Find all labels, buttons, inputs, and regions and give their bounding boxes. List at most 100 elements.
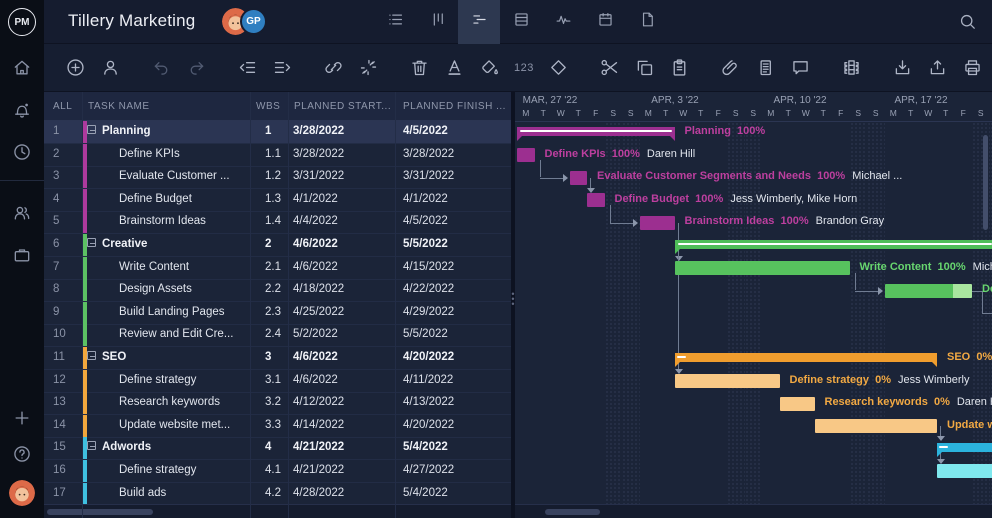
task-name[interactable]: Define KPIs [119,148,180,160]
add-icon[interactable] [12,408,32,428]
indent-icon[interactable] [272,56,293,80]
paste-icon[interactable] [669,56,690,80]
task-name[interactable]: Planning [87,125,151,137]
gantt-task-bar[interactable] [937,464,992,478]
task-name[interactable]: Define Budget [119,193,192,205]
task-name[interactable]: Write Content [119,261,189,273]
cut-icon[interactable] [599,56,620,80]
number-icon[interactable]: 123 [514,56,534,80]
task-name[interactable]: Build ads [119,487,166,499]
task-name[interactable]: Design Assets [119,283,192,295]
fill-color-icon[interactable] [479,56,500,80]
task-name[interactable]: Define strategy [119,374,196,386]
print-icon[interactable] [962,56,983,80]
undo-icon[interactable] [151,56,172,80]
col-header-task[interactable]: TASK NAME [88,101,150,112]
comment-icon[interactable] [790,56,811,80]
notes-icon[interactable] [755,56,776,80]
scrollbar-thumb[interactable] [545,509,600,515]
link-tasks-icon[interactable] [323,56,344,80]
task-name[interactable]: Research keywords [119,396,220,408]
team-icon[interactable] [12,203,32,223]
gantt-task-bar[interactable] [517,148,535,162]
view-tab-gantt[interactable] [458,0,500,44]
collapse-icon[interactable] [87,441,96,450]
view-tab-board[interactable] [416,0,458,44]
copy-icon[interactable] [634,56,655,80]
task-name[interactable]: Creative [87,238,147,250]
task-name[interactable]: Build Landing Pages [119,306,225,318]
home-icon[interactable] [12,58,32,78]
time-icon[interactable] [12,142,32,162]
profile-avatar-icon[interactable] [9,480,35,506]
table-row[interactable]: 12Define strategy3.14/6/20224/11/2022 [44,370,511,393]
pm-logo[interactable]: PM [8,8,36,36]
delete-icon[interactable] [409,56,430,80]
add-task-icon[interactable] [65,56,86,80]
table-row[interactable]: 14Update website met...3.34/14/20224/20/… [44,415,511,438]
gantt-vertical-scrollbar[interactable] [983,135,988,230]
task-name[interactable]: Adwords [87,441,151,453]
col-header-all[interactable]: ALL [53,101,72,112]
scrollbar-thumb[interactable] [47,509,153,515]
table-row[interactable]: 16Define strategy4.14/21/20224/27/2022 [44,460,511,483]
gantt-task-bar[interactable] [885,284,973,298]
view-tab-sheet[interactable] [500,0,542,44]
gantt-task-bar[interactable] [675,261,850,275]
font-color-icon[interactable] [444,56,465,80]
milestone-icon[interactable] [548,56,569,80]
collapse-icon[interactable] [87,125,96,134]
col-header-wbs[interactable]: WBS [256,101,280,112]
task-name[interactable]: SEO [87,351,126,363]
table-row[interactable]: 17Build ads4.24/28/20225/4/2022 [44,483,511,506]
task-name[interactable]: Define strategy [119,464,196,476]
task-name[interactable]: Brainstorm Ideas [119,215,206,227]
search-icon[interactable] [958,12,978,32]
gantt-horizontal-scrollbar[interactable] [515,504,992,518]
collapse-icon[interactable] [87,238,96,247]
gantt-task-bar[interactable] [570,171,588,185]
table-row[interactable]: 10Review and Edit Cre...2.45/2/20225/5/2… [44,324,511,347]
add-user-icon[interactable] [100,56,121,80]
view-tab-document[interactable] [626,0,668,44]
portfolio-icon[interactable] [12,245,32,265]
task-name[interactable]: Update website met... [119,419,230,431]
columns-icon[interactable] [841,56,862,80]
table-row[interactable]: 5Brainstorm Ideas1.44/4/20224/5/2022 [44,211,511,234]
attachment-icon[interactable] [720,56,741,80]
table-row[interactable]: 7Write Content2.14/6/20224/15/2022 [44,257,511,280]
gantt-summary-bar[interactable] [675,240,992,249]
table-row[interactable]: 15Adwords44/21/20225/4/2022 [44,437,511,460]
table-row[interactable]: 3Evaluate Customer ...1.23/31/20223/31/2… [44,166,511,189]
view-tab-calendar[interactable] [584,0,626,44]
gantt-task-bar[interactable] [815,419,938,433]
help-icon[interactable] [12,444,32,464]
unlink-tasks-icon[interactable] [358,56,379,80]
gantt-task-bar[interactable] [587,193,605,207]
gantt-summary-bar[interactable] [937,443,992,452]
gantt-summary-bar[interactable] [675,353,938,362]
collapse-icon[interactable] [87,351,96,360]
col-header-start[interactable]: PLANNED START... [294,101,391,112]
table-row[interactable]: 9Build Landing Pages2.34/25/20224/29/202… [44,302,511,325]
avatar-initials[interactable]: GP [240,8,267,35]
export-icon[interactable] [927,56,948,80]
redo-icon[interactable] [186,56,207,80]
table-row[interactable]: 2Define KPIs1.13/28/20223/28/2022 [44,144,511,167]
gantt-task-bar[interactable] [640,216,675,230]
table-row[interactable]: 6Creative24/6/20225/5/2022 [44,234,511,257]
panel-splitter[interactable]: ••• [511,92,515,518]
import-icon[interactable] [892,56,913,80]
outdent-icon[interactable] [237,56,258,80]
table-horizontal-scrollbar[interactable] [44,504,511,518]
table-row[interactable]: 11SEO34/6/20224/20/2022 [44,347,511,370]
table-row[interactable]: 8Design Assets2.24/18/20224/22/2022 [44,279,511,302]
col-header-finish[interactable]: PLANNED FINISH ... [403,101,506,112]
gantt-task-bar[interactable] [780,397,815,411]
table-row[interactable]: 4Define Budget1.34/1/20224/1/2022 [44,189,511,212]
notifications-icon[interactable] [12,100,32,120]
task-name[interactable]: Review and Edit Cre... [119,328,233,340]
gantt-summary-bar[interactable] [517,127,675,136]
gantt-task-bar[interactable] [675,374,780,388]
table-row[interactable]: 13Research keywords3.24/12/20224/13/2022 [44,392,511,415]
